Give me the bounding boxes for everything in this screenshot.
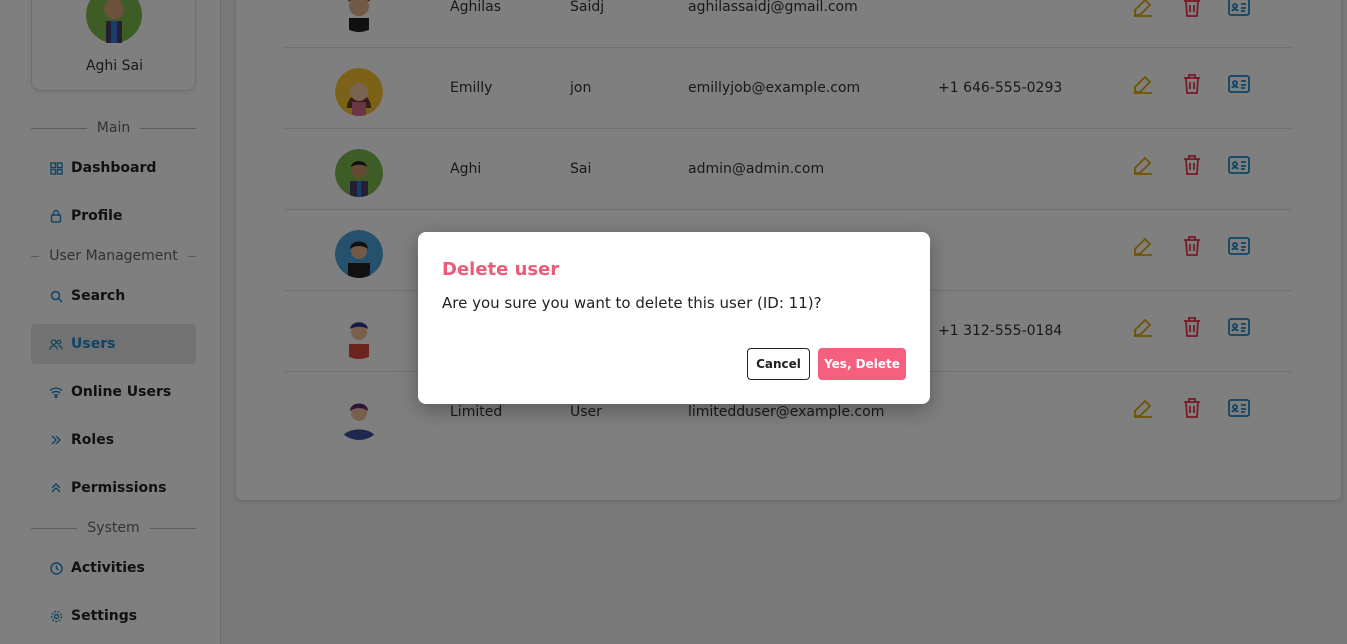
modal-title: Delete user: [442, 259, 560, 280]
cancel-button[interactable]: Cancel: [747, 348, 810, 380]
modal-message: Are you sure you want to delete this use…: [442, 294, 822, 312]
confirm-delete-button[interactable]: Yes, Delete: [818, 348, 906, 380]
delete-user-modal: Delete user Are you sure you want to del…: [418, 232, 930, 404]
